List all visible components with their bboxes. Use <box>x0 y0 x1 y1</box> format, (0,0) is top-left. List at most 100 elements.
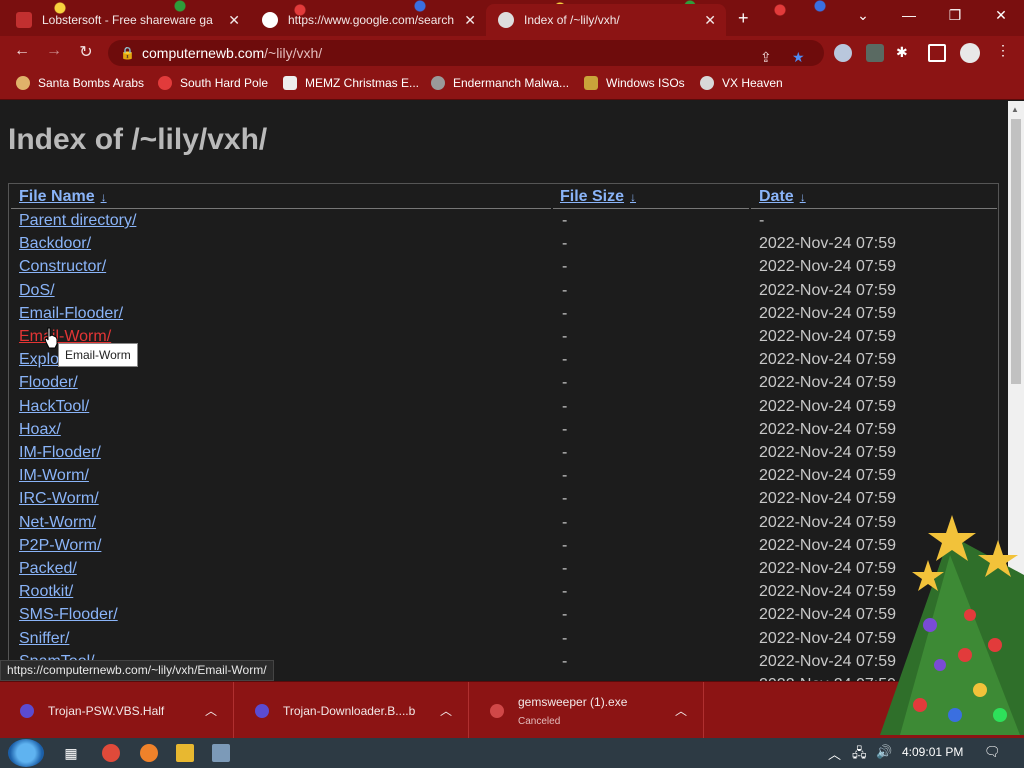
task-view-icon[interactable]: ▦ <box>62 744 80 762</box>
file-link[interactable]: Backdoor/ <box>19 235 91 253</box>
file-link[interactable]: Constructor/ <box>19 258 106 276</box>
address-bar[interactable]: 🔒 computernewb.com/~lily/vxh/ ⇪ ★ <box>108 40 824 66</box>
tray-chevron-icon[interactable]: ︿ <box>828 744 841 763</box>
column-header-name[interactable]: File Name ↓ <box>19 188 107 206</box>
bookmark-item[interactable]: Endermanch Malwa... <box>431 76 569 90</box>
side-panel-icon[interactable] <box>928 44 946 62</box>
tab-lobstersoft[interactable]: Lobstersoft - Free shareware ga ✕ <box>4 4 250 36</box>
header-divider <box>11 208 551 209</box>
scrollbar-thumb[interactable] <box>1011 119 1021 384</box>
file-size: - <box>562 583 568 601</box>
globe-icon <box>498 12 514 28</box>
file-link[interactable]: Sniffer/ <box>19 630 69 648</box>
table-row: Net-Worm/-2022-Nov-24 07:59 <box>9 514 999 537</box>
bookmark-item[interactable]: VX Heaven <box>700 76 783 90</box>
table-row: IM-Flooder/ - 2022-Nov-24 07:59 <box>9 444 999 467</box>
reload-button[interactable]: ↻ <box>74 42 98 62</box>
table-row: Email-Worm/-2022-Nov-24 07:59 <box>9 328 999 351</box>
file-link[interactable]: Net-Worm/ <box>19 514 96 532</box>
file-date: 2022-Nov-24 07:59 <box>759 328 896 345</box>
start-button[interactable] <box>8 739 44 767</box>
download-name: gemsweeper (1).exe <box>518 695 628 709</box>
download-status: Canceled <box>518 716 561 727</box>
page-title: Index of /~lily/vxh/ <box>8 123 268 156</box>
title-bar: Lobstersoft - Free shareware ga ✕ https:… <box>0 0 1024 36</box>
bookmark-item[interactable]: South Hard Pole <box>158 76 268 90</box>
file-link[interactable]: IRC-Worm/ <box>19 490 99 508</box>
restore-button[interactable]: ❐ <box>932 4 978 26</box>
scroll-up-icon[interactable]: ▲ <box>1011 105 1019 114</box>
chevron-up-icon[interactable]: ︿ <box>205 702 217 719</box>
file-link[interactable]: P2P-Worm/ <box>19 537 101 555</box>
file-link[interactable]: DoS/ <box>19 282 55 300</box>
firefox-icon[interactable] <box>140 744 158 762</box>
close-icon[interactable]: ✕ <box>704 12 716 29</box>
lock-icon[interactable]: 🔒 <box>120 40 135 66</box>
tab-search-icon[interactable]: ⌄ <box>840 4 886 26</box>
file-date: 2022-Nov-24 07:59 <box>759 467 896 485</box>
file-explorer-icon[interactable] <box>176 744 194 762</box>
bookmark-label: Endermanch Malwa... <box>453 76 570 90</box>
file-link[interactable]: Flooder/ <box>19 374 78 392</box>
file-link[interactable]: Rootkit/ <box>19 583 73 601</box>
download-name: Trojan-Downloader.B....b <box>283 704 416 718</box>
new-tab-button[interactable]: + <box>738 8 749 29</box>
column-header-size[interactable]: File Size ↓ <box>560 188 636 206</box>
table-row: Rootkit/-2022-Nov-24 07:59 <box>9 583 999 606</box>
file-date: 2022-Nov-24 07:59 <box>759 258 896 276</box>
chrome-icon[interactable] <box>102 744 120 762</box>
download-item[interactable]: Trojan-PSW.VBS.Half ︿ <box>0 682 234 739</box>
forward-button[interactable]: → <box>42 42 66 60</box>
download-item[interactable]: gemsweeper (1).exe Canceled ︿ <box>470 682 704 739</box>
snowflake-icon <box>158 76 172 90</box>
bookmark-item[interactable]: Santa Bombs Arabs <box>16 76 144 90</box>
close-icon[interactable]: ✕ <box>228 12 240 29</box>
table-row: P2P-Worm/-2022-Nov-24 07:59 <box>9 537 999 560</box>
taskbar-clock[interactable]: 4:09:01 PM <box>902 745 963 759</box>
network-icon[interactable]: 🖧 <box>852 744 867 766</box>
volume-icon[interactable]: 🔊 <box>876 744 892 760</box>
file-link[interactable]: Hoax/ <box>19 421 61 439</box>
file-size: - <box>562 281 568 299</box>
back-button[interactable]: ← <box>10 42 34 60</box>
file-link[interactable]: SMS-Flooder/ <box>19 606 118 624</box>
file-size: - <box>562 536 568 554</box>
file-link[interactable]: Email-Flooder/ <box>19 305 123 323</box>
tab-google[interactable]: https://www.google.com/search ✕ <box>250 4 486 36</box>
menu-kebab-icon[interactable]: ⋮ <box>996 42 1014 60</box>
memz-icon <box>283 76 297 90</box>
endermanch-icon <box>431 76 445 90</box>
table-row: Flooder/ - 2022-Nov-24 07:59 <box>9 374 999 397</box>
notifications-icon[interactable]: 🗨 <box>984 744 1001 760</box>
minimize-button[interactable]: — <box>886 4 932 26</box>
bookmark-star-icon[interactable]: ★ <box>792 44 805 70</box>
google-icon <box>262 12 278 28</box>
file-link[interactable]: IM-Worm/ <box>19 467 89 485</box>
app-window-icon[interactable] <box>212 744 230 762</box>
file-link[interactable]: Packed/ <box>19 560 77 578</box>
file-link[interactable]: HackTool/ <box>19 398 89 416</box>
table-row: Packed/-2022-Nov-24 07:59 <box>9 560 999 583</box>
file-date: 2022-Nov-24 07:59 <box>759 490 896 508</box>
table-row: Parent directory/ - - <box>9 212 999 235</box>
browser-toolbar: ← → ↻ 🔒 computernewb.com/~lily/vxh/ ⇪ ★ … <box>0 36 1024 70</box>
close-window-button[interactable]: ✕ <box>978 4 1024 26</box>
profile-avatar-icon[interactable] <box>960 43 980 63</box>
close-icon[interactable]: ✕ <box>464 12 476 29</box>
sort-arrow-icon: ↓ <box>630 190 637 204</box>
vbs-file-icon <box>255 704 269 718</box>
extension-icon[interactable] <box>834 44 852 62</box>
header-label: File Size <box>560 188 625 205</box>
column-header-date[interactable]: Date ↓ <box>759 188 806 206</box>
share-icon[interactable]: ⇪ <box>760 44 772 70</box>
file-link[interactable]: IM-Flooder/ <box>19 444 101 462</box>
tab-index-vxh[interactable]: Index of /~lily/vxh/ ✕ <box>486 4 726 36</box>
chevron-up-icon[interactable]: ︿ <box>675 702 687 719</box>
bookmark-item[interactable]: Windows ISOs <box>584 76 685 90</box>
chevron-up-icon[interactable]: ︿ <box>440 702 452 719</box>
extension-s-icon[interactable] <box>866 44 884 62</box>
file-link[interactable]: Parent directory/ <box>19 212 136 230</box>
puzzle-icon[interactable]: ✱ <box>896 44 914 62</box>
bookmark-item[interactable]: MEMZ Christmas E... <box>283 76 419 90</box>
download-item[interactable]: Trojan-Downloader.B....b ︿ <box>235 682 469 739</box>
